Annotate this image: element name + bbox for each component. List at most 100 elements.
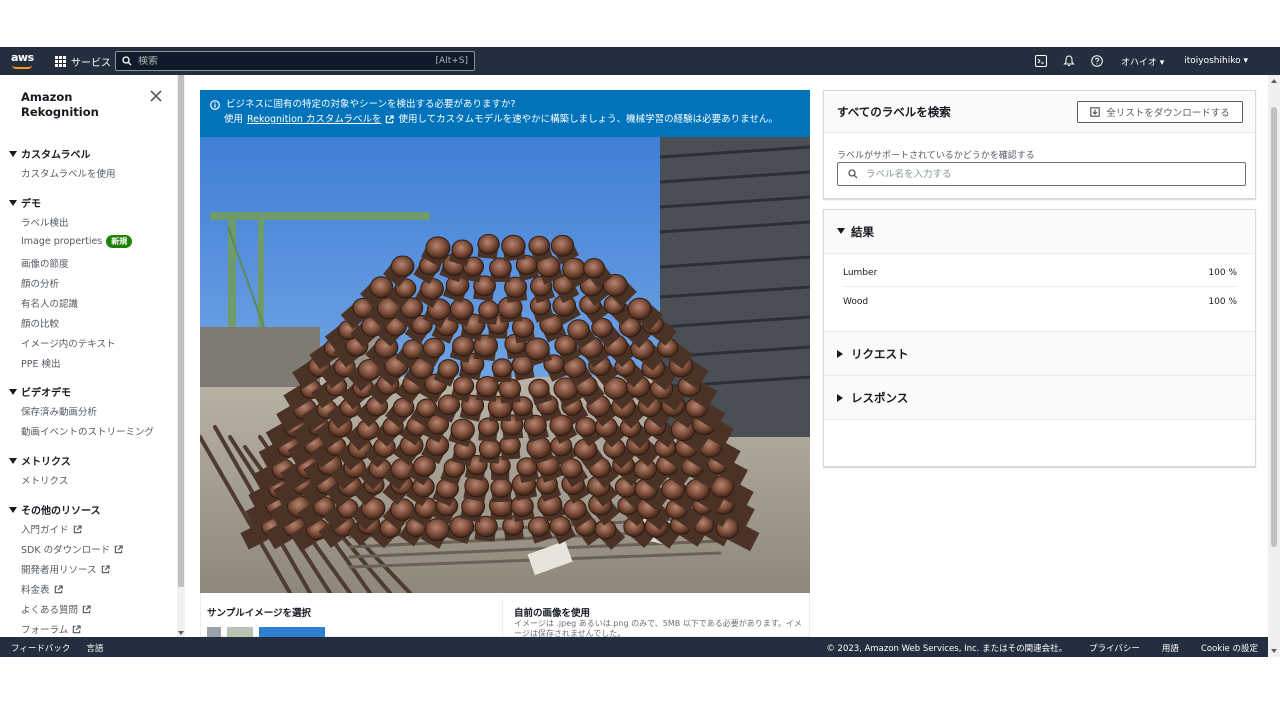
sidebar-item-forum[interactable]: フォーラム [21, 622, 81, 636]
label-search-field[interactable] [837, 162, 1246, 186]
sample-thumbnail-1[interactable] [207, 627, 221, 637]
sidebar-item-metrics[interactable]: メトリクス [21, 473, 68, 487]
rebar-end [416, 398, 438, 418]
account-menu[interactable]: itoiyoshihiko ▾ [1174, 56, 1258, 66]
label-search-panel: すべてのラベルを検索 全リストをダウンロードする ラベルがサポートされているかど… [823, 90, 1256, 199]
aws-logo-text: aws [11, 51, 34, 64]
aws-logo[interactable]: aws [11, 52, 35, 70]
terms-link[interactable]: 用語 [1162, 642, 1179, 654]
rebar-end [453, 376, 475, 396]
custom-labels-link[interactable]: Rekognition カスタムラベルを [247, 112, 381, 127]
rebar-photo [200, 137, 810, 593]
scroll-down-arrow-icon[interactable] [1271, 649, 1277, 653]
sidebar-scroll-thumb[interactable] [178, 75, 184, 587]
sidebar-item-label: 動画イベントのストリーミング [21, 427, 155, 438]
page-scroll-thumb[interactable] [1271, 107, 1277, 547]
privacy-link[interactable]: プライバシー [1089, 642, 1140, 654]
result-row: Lumber 100 % [843, 259, 1237, 287]
label-search-title: すべてのラベルを検索 [837, 105, 951, 119]
aws-smile-icon [12, 65, 32, 69]
rebar-end [490, 477, 513, 499]
sidebar-item-developer-resources[interactable]: 開発者用リソース [21, 562, 110, 576]
sidebar-item-label: フォーラム [21, 625, 69, 636]
sidebar-item-label: Image properties [21, 236, 103, 247]
label-search-header: すべてのラベルを検索 全リストをダウンロードする [824, 91, 1255, 133]
feedback-link[interactable]: フィードバック [11, 642, 70, 654]
result-label-name: Wood [843, 297, 869, 307]
bell-icon[interactable] [1055, 47, 1083, 75]
sample-thumbnail-3[interactable] [259, 627, 325, 637]
sidebar-item-label: 画像の節度 [21, 259, 69, 270]
search-input[interactable] [138, 55, 436, 67]
sidebar-item-label: メトリクス [21, 476, 69, 487]
sidebar-item-celebrity[interactable]: 有名人の認識 [21, 296, 78, 310]
service-title[interactable]: Amazon Rekognition [21, 90, 99, 120]
sidebar-item-faq[interactable]: よくある質問 [21, 602, 91, 616]
sample-thumbnail-2[interactable] [227, 627, 253, 637]
search-icon [122, 56, 132, 66]
sidebar-item-face-compare[interactable]: 顔の比較 [21, 316, 59, 330]
scroll-up-arrow-icon[interactable] [1271, 79, 1277, 83]
global-search[interactable]: [Alt+S] [115, 51, 475, 71]
section-label: その他のリソース [21, 506, 101, 517]
download-list-button[interactable]: 全リストをダウンロードする [1077, 101, 1243, 123]
image-source-panel: サンプルイメージを選択 自前の画像を使用 イメージは .jpeg あるいは.pn… [200, 593, 810, 637]
caret-down-icon [9, 506, 17, 513]
grid-icon [55, 56, 66, 67]
section-custom-labels[interactable]: カスタムラベル [9, 146, 91, 161]
caret-down-icon [837, 228, 845, 234]
response-toggle[interactable]: レスポンス [824, 376, 1255, 420]
sidebar-item-ppe[interactable]: PPE 検出 [21, 356, 60, 370]
rebar-end [583, 258, 606, 279]
sidebar-item-image-properties[interactable]: Image properties 新規 [21, 235, 133, 248]
rebar-end [422, 337, 446, 359]
rebar-end [390, 255, 415, 278]
services-menu[interactable]: サービス [55, 54, 111, 69]
sidebar-item-face-analysis[interactable]: 顔の分析 [21, 276, 59, 290]
download-list-label: 全リストをダウンロードする [1106, 108, 1230, 119]
info-banner: ビジネスに固有の特定の対象やシーンを検出する必要がありますか? 使用 Rekog… [200, 90, 810, 137]
request-toggle[interactable]: リクエスト [824, 332, 1255, 376]
section-label: メトリクス [21, 457, 71, 468]
region-selector[interactable]: オハイオ ▾ [1111, 55, 1174, 68]
language-link[interactable]: 言語 [86, 642, 103, 654]
console-footer: フィードバック 言語 © 2023, Amazon Web Services, … [0, 637, 1268, 657]
sidebar-item-getting-started[interactable]: 入門ガイド [21, 522, 82, 536]
sidebar-scrollbar[interactable] [177, 75, 185, 637]
sidebar-item-label: 保存済み動画分析 [21, 407, 98, 418]
rebar-end [478, 300, 500, 320]
help-icon[interactable] [1083, 47, 1111, 75]
sidebar-item-use-custom-labels[interactable]: カスタムラベルを使用 [21, 166, 116, 180]
section-other-resources[interactable]: その他のリソース [9, 502, 101, 517]
results-list: Lumber 100 % Wood 100 % [824, 254, 1255, 332]
caret-down-icon [9, 457, 17, 464]
sidebar-item-stored-video[interactable]: 保存済み動画分析 [21, 404, 97, 418]
sidebar-item-sdk-download[interactable]: SDK のダウンロード [21, 542, 123, 556]
sidebar-item-streaming[interactable]: 動画イベントのストリーミング [21, 424, 154, 438]
sidebar-item-moderation[interactable]: 画像の節度 [21, 256, 69, 270]
sidebar-item-pricing[interactable]: 料金表 [21, 582, 63, 596]
section-demo[interactable]: デモ [9, 195, 41, 210]
sidebar-item-text-in-image[interactable]: イメージ内のテキスト [21, 336, 116, 350]
sample-thumbnails [207, 627, 325, 637]
sidebar-item-label: 入門ガイド [21, 525, 69, 536]
rebar-end [478, 438, 502, 460]
cookie-settings-link[interactable]: Cookie の設定 [1201, 642, 1258, 654]
cloudshell-icon[interactable] [1027, 47, 1055, 75]
rebar-end [451, 239, 474, 260]
scroll-down-arrow-icon[interactable] [178, 631, 184, 635]
caret-down-icon [9, 150, 17, 157]
page-scrollbar[interactable] [1268, 75, 1280, 657]
rebar-end [528, 378, 550, 399]
results-toggle[interactable]: 結果 [824, 210, 1255, 254]
rebar-end [425, 236, 451, 260]
section-metrics[interactable]: メトリクス [9, 453, 71, 468]
section-video-demo[interactable]: ビデオデモ [9, 384, 71, 399]
close-icon[interactable] [149, 89, 163, 103]
caret-right-icon [837, 350, 843, 358]
side-navigation: Amazon Rekognition カスタムラベル カスタムラベルを使用 デモ… [0, 75, 177, 637]
results-panel: 結果 Lumber 100 % Wood 100 % リクエスト レスポンス [823, 209, 1256, 467]
sidebar-item-label-detection[interactable]: ラベル検出 [21, 215, 69, 229]
label-search-input[interactable] [866, 168, 1235, 180]
search-shortcut: [Alt+S] [435, 56, 468, 66]
